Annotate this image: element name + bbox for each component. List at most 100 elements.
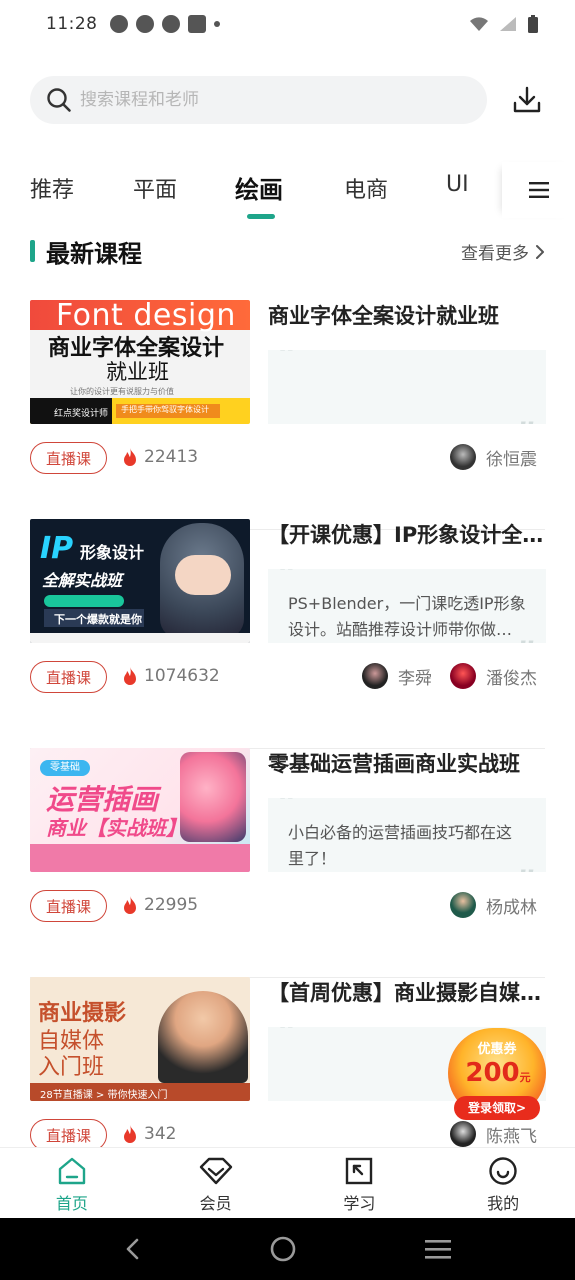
nav-vip[interactable]: 会员 (144, 1148, 288, 1218)
nav-profile[interactable]: 我的 (431, 1148, 575, 1218)
download-button[interactable] (509, 82, 545, 118)
course-title[interactable]: 商业字体全案设计就业班 (268, 300, 546, 330)
wifi-icon (470, 17, 488, 31)
section-accent-bar (30, 240, 35, 262)
search-row (30, 76, 545, 124)
category-tabs: 推荐 平面 绘画 电商 UI (0, 162, 575, 222)
tab-painting[interactable]: 绘画 (235, 170, 283, 205)
thumbnail-text: 下一个爆款就是你 (44, 609, 144, 627)
status-bar: 11:28 (0, 0, 575, 48)
thumbnail-text: Font design (56, 300, 236, 333)
close-quote-icon: ” (516, 418, 536, 424)
course-description-box: “ ” (268, 350, 546, 424)
home-button-icon[interactable] (269, 1235, 297, 1263)
more-dot-icon (213, 21, 220, 27)
flame-icon (124, 448, 136, 466)
open-quote-icon: “ (278, 798, 298, 823)
teacher-name: 杨成林 (486, 897, 537, 918)
tab-graphic[interactable]: 平面 (133, 172, 177, 204)
chevron-right-icon (536, 244, 544, 259)
search-icon (47, 88, 71, 112)
compass-icon (135, 15, 154, 33)
coupon-popup[interactable]: 优惠券 200元 登录领取> (446, 1028, 548, 1124)
coupon-amount: 200 (465, 1058, 520, 1088)
recents-icon[interactable] (424, 1238, 452, 1260)
course-card[interactable]: IP 形象设计 全解实战班 下一个爆款就是你 【开课优惠】IP形象设计全解实战班… (30, 519, 546, 749)
flame-icon (124, 896, 136, 914)
course-title[interactable]: 零基础运营插画商业实战班 (268, 748, 546, 778)
tab-ecommerce[interactable]: 电商 (344, 172, 388, 204)
status-time: 11:28 (46, 14, 98, 34)
course-title[interactable]: 【首周优惠】商业摄影自媒体入门班 (268, 977, 546, 1007)
course-card[interactable]: 零基础 运营插画 商业【实战班】 零基础运营插画商业实战班 “ ” 小白必备的运… (30, 748, 546, 978)
diamond-icon (199, 1157, 232, 1185)
search-input[interactable] (80, 90, 440, 110)
thumbnail-text: 让你的设计更有说服力与价值 (70, 387, 174, 396)
teacher[interactable]: 李舜 (362, 663, 432, 689)
teacher[interactable]: 杨成林 (450, 892, 537, 918)
live-course-badge: 直播课 (30, 890, 107, 922)
teacher[interactable]: 潘俊杰 (450, 663, 537, 689)
nav-profile-label: 我的 (487, 1194, 520, 1213)
notification-icons (109, 15, 220, 33)
thumbnail-text: IP (40, 531, 74, 566)
teacher[interactable]: 陈燕飞 (450, 1121, 537, 1147)
teacher-list: 李舜 潘俊杰 (362, 663, 537, 689)
battery-icon (528, 15, 538, 33)
search-box[interactable] (30, 76, 487, 124)
nav-study-label: 学习 (343, 1194, 376, 1213)
flame-icon (124, 667, 136, 685)
thumbnail-footer-band: 红点奖设计师 手把手带你驾驭字体设计 (30, 398, 250, 424)
flame-icon (124, 1125, 136, 1143)
course-description: PS+Blender，一门课吃透IP形象设计。站酷推荐设计师带你做出爆款形象 (288, 594, 526, 639)
thumbnail-character-face (175, 555, 231, 595)
teacher-name: 陈燕飞 (486, 1126, 537, 1147)
nav-home[interactable]: 首页 (0, 1148, 144, 1218)
system-nav-bar (0, 1218, 575, 1280)
tab-ui[interactable]: UI (446, 172, 469, 197)
course-description-box: “ ” 小白必备的运营插画技巧都在这里了！ (268, 798, 546, 872)
info-icon (161, 15, 180, 33)
mail-icon (187, 15, 206, 33)
notification-icon (109, 15, 128, 33)
download-icon (513, 86, 541, 113)
thumbnail-text: 商业【实战班】 (46, 816, 186, 840)
course-thumbnail[interactable]: IP 形象设计 全解实战班 下一个爆款就是你 (30, 519, 250, 643)
teacher-list: 徐恒震 (450, 444, 537, 470)
thumbnail-text: 零基础 (40, 760, 90, 776)
popularity: 22413 (122, 447, 198, 467)
thumbnail-footer-band (30, 633, 250, 643)
nav-study[interactable]: 学习 (288, 1148, 432, 1218)
thumbnail-photo (158, 991, 248, 1083)
course-thumbnail[interactable]: 零基础 运营插画 商业【实战班】 (30, 748, 250, 872)
course-thumbnail[interactable]: Font design 商业字体全案设计 就业班 让你的设计更有说服力与价值 红… (30, 300, 250, 424)
avatar (450, 663, 476, 689)
back-icon[interactable] (123, 1237, 143, 1261)
open-quote-icon: “ (278, 350, 298, 375)
thumbnail-text: 入门班 (38, 1055, 105, 1080)
thumbnail-graphic (44, 595, 124, 607)
teacher-name: 李舜 (398, 668, 432, 689)
thumbnail-footer-band (30, 844, 250, 872)
live-course-badge: 直播课 (30, 442, 107, 474)
thumbnail-illustration (180, 752, 246, 842)
course-thumbnail[interactable]: 商业摄影 自媒体 入门班 28节直播课 > 带你快速入门 (30, 977, 250, 1101)
see-more-link[interactable]: 查看更多 (461, 239, 545, 264)
teacher-list: 杨成林 (450, 892, 537, 918)
course-card[interactable]: Font design 商业字体全案设计 就业班 让你的设计更有说服力与价值 红… (30, 300, 546, 530)
view-count: 22413 (144, 447, 199, 467)
teacher-name: 徐恒震 (486, 449, 537, 470)
tabs-menu-button[interactable] (502, 162, 575, 218)
course-title[interactable]: 【开课优惠】IP形象设计全解实战班 (268, 519, 546, 549)
bottom-nav: 首页 会员 学习 我的 (0, 1147, 575, 1218)
course-meta: 直播课 22413 徐恒震 (30, 442, 545, 476)
system-icons (469, 14, 539, 34)
home-icon (58, 1157, 86, 1185)
tab-recommend[interactable]: 推荐 (30, 172, 74, 204)
coupon-claim-button[interactable]: 登录领取> (454, 1096, 540, 1120)
teacher[interactable]: 徐恒震 (450, 444, 537, 470)
section-header: 最新课程 查看更多 (30, 234, 545, 268)
menu-icon (528, 182, 549, 198)
view-count: 22995 (144, 895, 199, 915)
active-tab-indicator (247, 214, 275, 219)
